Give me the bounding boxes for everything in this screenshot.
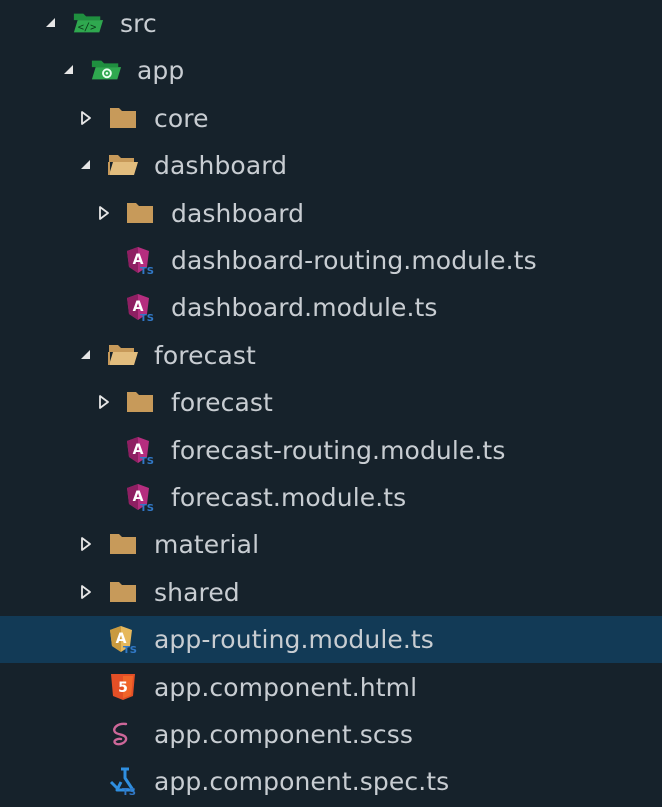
html5-icon: 5 bbox=[107, 671, 139, 703]
tree-item-label: app.component.scss bbox=[154, 720, 414, 749]
tree-file-item[interactable]: A TS app-routing.module.ts bbox=[0, 616, 662, 664]
folder-icon bbox=[124, 386, 156, 418]
tree-item-label: dashboard bbox=[154, 151, 288, 181]
collapsed-arrow-icon[interactable] bbox=[80, 110, 92, 125]
angular-module-icon: A TS bbox=[124, 434, 156, 466]
collapsed-arrow-icon[interactable] bbox=[98, 205, 110, 220]
tree-folder-item[interactable]: app bbox=[0, 47, 662, 94]
expanded-arrow-icon[interactable] bbox=[80, 159, 92, 171]
svg-text:TS: TS bbox=[140, 313, 154, 322]
svg-text:TS: TS bbox=[140, 266, 154, 275]
collapsed-arrow-icon[interactable] bbox=[98, 395, 110, 410]
folder-src-open-icon: </> bbox=[72, 7, 104, 39]
folder-icon bbox=[107, 102, 139, 134]
expanded-arrow-icon[interactable] bbox=[63, 64, 75, 76]
tree-item-label: core bbox=[154, 103, 209, 133]
folder-icon bbox=[107, 576, 139, 608]
svg-text:TS: TS bbox=[123, 645, 137, 654]
tree-item-label: forecast bbox=[154, 340, 256, 370]
test-ts-icon: TS bbox=[107, 765, 139, 797]
svg-text:5: 5 bbox=[118, 680, 128, 696]
folder-icon bbox=[107, 528, 139, 560]
angular-module-icon: A TS bbox=[124, 481, 156, 513]
tree-item-label: dashboard bbox=[171, 198, 305, 228]
tree-file-item[interactable]: A TS dashboard.module.ts bbox=[0, 284, 662, 331]
angular-module-icon: A TS bbox=[124, 291, 156, 323]
folder-app-open-icon bbox=[90, 54, 122, 86]
angular-module-icon: A TS bbox=[124, 244, 156, 276]
tree-item-label: shared bbox=[154, 577, 240, 607]
tree-file-item[interactable]: 5 app.component.html bbox=[0, 664, 662, 711]
tree-item-label: app.component.html bbox=[154, 672, 418, 702]
collapsed-arrow-icon[interactable] bbox=[80, 584, 92, 599]
tree-folder-item[interactable]: </> src bbox=[0, 0, 662, 47]
tree-item-label: forecast bbox=[171, 388, 273, 418]
tree-folder-item[interactable]: forecast bbox=[0, 379, 662, 426]
tree-file-item[interactable]: A TS forecast.module.ts bbox=[0, 474, 662, 521]
tree-item-label: dashboard-routing.module.ts bbox=[171, 246, 537, 275]
folder-open-icon bbox=[107, 339, 139, 371]
tree-item-label: material bbox=[154, 530, 260, 560]
tree-file-item[interactable]: A TS forecast-routing.module.ts bbox=[0, 427, 662, 474]
tree-item-label: app bbox=[137, 56, 185, 86]
tree-folder-item[interactable]: dashboard bbox=[0, 190, 662, 237]
file-explorer-tree: </> src app core dashboard dashboard A T… bbox=[0, 0, 662, 807]
angular-routing-icon: A TS bbox=[107, 623, 139, 655]
tree-folder-item[interactable]: dashboard bbox=[0, 142, 662, 189]
tree-folder-item[interactable]: core bbox=[0, 95, 662, 142]
svg-text:TS: TS bbox=[140, 503, 154, 512]
tree-file-item[interactable]: TS app.component.spec.ts bbox=[0, 758, 662, 805]
tree-folder-item[interactable]: shared bbox=[0, 569, 662, 616]
folder-open-icon bbox=[107, 149, 139, 181]
svg-text:TS: TS bbox=[140, 456, 154, 465]
tree-file-item[interactable]: app.component.scss bbox=[0, 711, 662, 758]
sass-icon bbox=[107, 718, 139, 750]
svg-text:</>: </> bbox=[78, 22, 97, 34]
expanded-arrow-icon[interactable] bbox=[80, 349, 92, 361]
tree-item-label: forecast-routing.module.ts bbox=[171, 435, 506, 465]
tree-item-label: app.component.spec.ts bbox=[154, 767, 450, 797]
tree-folder-item[interactable]: forecast bbox=[0, 332, 662, 379]
tree-item-label: dashboard.module.ts bbox=[171, 293, 438, 323]
tree-item-label: app-routing.module.ts bbox=[154, 625, 434, 655]
collapsed-arrow-icon[interactable] bbox=[80, 537, 92, 552]
expanded-arrow-icon[interactable] bbox=[45, 17, 57, 29]
tree-file-item[interactable]: A TS dashboard-routing.module.ts bbox=[0, 237, 662, 284]
tree-item-label: src bbox=[120, 9, 157, 38]
folder-icon bbox=[124, 197, 156, 229]
tree-folder-item[interactable]: material bbox=[0, 521, 662, 568]
svg-text:TS: TS bbox=[122, 787, 136, 796]
tree-item-label: forecast.module.ts bbox=[171, 483, 407, 512]
